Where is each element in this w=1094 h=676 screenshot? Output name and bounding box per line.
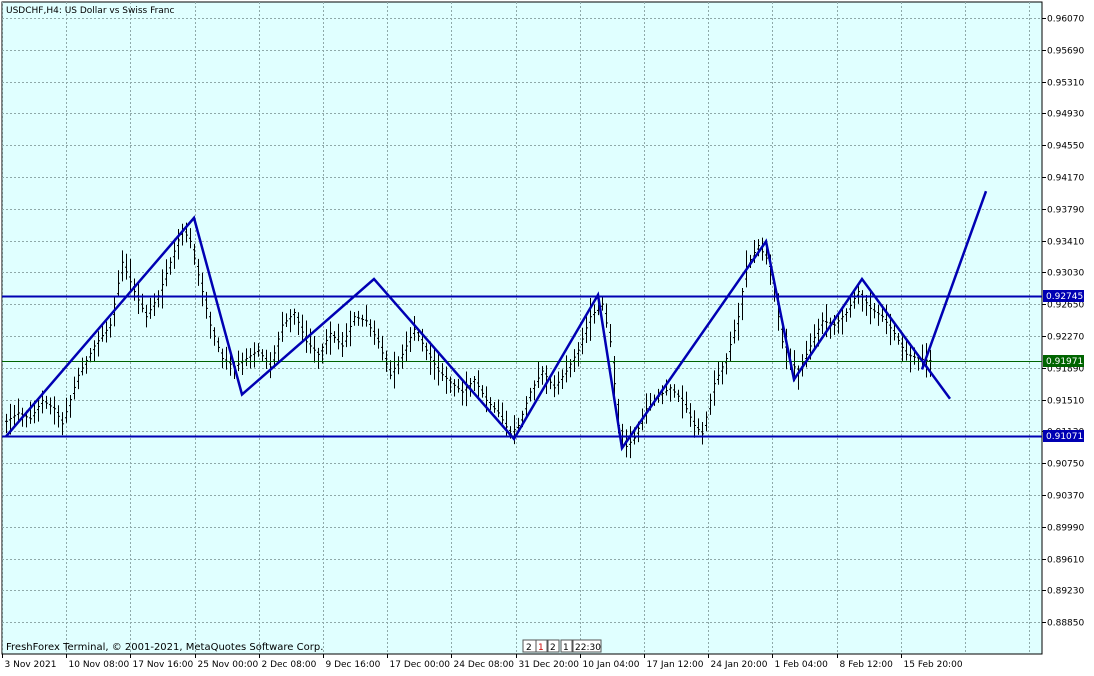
x-tick-label: 24 Dec 08:00 bbox=[454, 660, 515, 670]
price-label: 0.91071 bbox=[1043, 430, 1084, 442]
symbol-info: USDCHF,H4: US Dollar vs Swiss Franc bbox=[6, 6, 175, 16]
y-tick-label: 0.94170 bbox=[1047, 174, 1084, 184]
price-label: 0.92745 bbox=[1043, 290, 1084, 302]
y-tick-label: 0.92270 bbox=[1047, 333, 1084, 343]
x-tick-label: 31 Dec 20:00 bbox=[519, 660, 580, 670]
x-tick-label: 1 Feb 04:00 bbox=[775, 660, 829, 670]
scroll-mark-3: 2 bbox=[550, 643, 556, 653]
scroll-mark-1: 2 bbox=[526, 643, 532, 653]
y-tick-label: 0.89610 bbox=[1047, 556, 1084, 566]
x-tick-label: 3 Nov 2021 bbox=[5, 660, 57, 670]
scroll-time: 22:30 bbox=[575, 643, 601, 653]
price-chart[interactable]: 0.96070 0.95690 0.95310 0.94930 0.94550 0.941… bbox=[0, 0, 1094, 676]
scroll-mark-2: 1 bbox=[538, 643, 544, 653]
y-tick-label: 0.90370 bbox=[1047, 492, 1084, 502]
y-tick-label: 0.93410 bbox=[1047, 238, 1084, 248]
y-tick-label: 0.89230 bbox=[1047, 587, 1084, 597]
y-tick-label: 0.94930 bbox=[1047, 110, 1084, 120]
price-label-text: 0.92745 bbox=[1046, 292, 1083, 302]
y-tick-label: 0.91510 bbox=[1047, 397, 1084, 407]
price-label-text: 0.91971 bbox=[1046, 357, 1083, 367]
x-tick-label: 24 Jan 20:00 bbox=[711, 660, 768, 670]
y-tick-label: 0.93790 bbox=[1047, 206, 1084, 216]
scroll-mark-4: 1 bbox=[563, 643, 569, 653]
x-tick-label: 17 Dec 00:00 bbox=[390, 660, 451, 670]
price-label-text: 0.91071 bbox=[1046, 432, 1083, 442]
x-tick-label: 17 Nov 16:00 bbox=[133, 660, 194, 670]
x-tick-label: 10 Jan 04:00 bbox=[583, 660, 640, 670]
y-tick-label: 0.90750 bbox=[1047, 460, 1084, 470]
y-tick-label: 0.96070 bbox=[1047, 15, 1084, 25]
y-tick-label: 0.95690 bbox=[1047, 47, 1084, 57]
y-tick-label: 0.94550 bbox=[1047, 142, 1084, 152]
x-tick-label: 15 Feb 20:00 bbox=[904, 660, 963, 670]
y-tick-label: 0.95310 bbox=[1047, 79, 1084, 89]
y-tick-label: 0.93030 bbox=[1047, 269, 1084, 279]
x-tick-label: 2 Dec 08:00 bbox=[262, 660, 317, 670]
price-label: 0.91971 bbox=[1043, 355, 1084, 367]
x-tick-label: 17 Jan 12:00 bbox=[647, 660, 704, 670]
x-tick-label: 9 Dec 16:00 bbox=[326, 660, 381, 670]
x-tick-label: 25 Nov 00:00 bbox=[198, 660, 259, 670]
copyright-text: FreshForex Terminal, © 2001-2021, MetaQu… bbox=[6, 642, 323, 653]
x-tick-label: 10 Nov 08:00 bbox=[69, 660, 130, 670]
y-tick-label: 0.89990 bbox=[1047, 524, 1084, 534]
scroll-indicator[interactable]: 2 1 2 1 22:30 bbox=[522, 639, 602, 653]
y-tick-label: 0.88850 bbox=[1047, 619, 1084, 629]
x-tick-label: 8 Feb 12:00 bbox=[840, 660, 894, 670]
